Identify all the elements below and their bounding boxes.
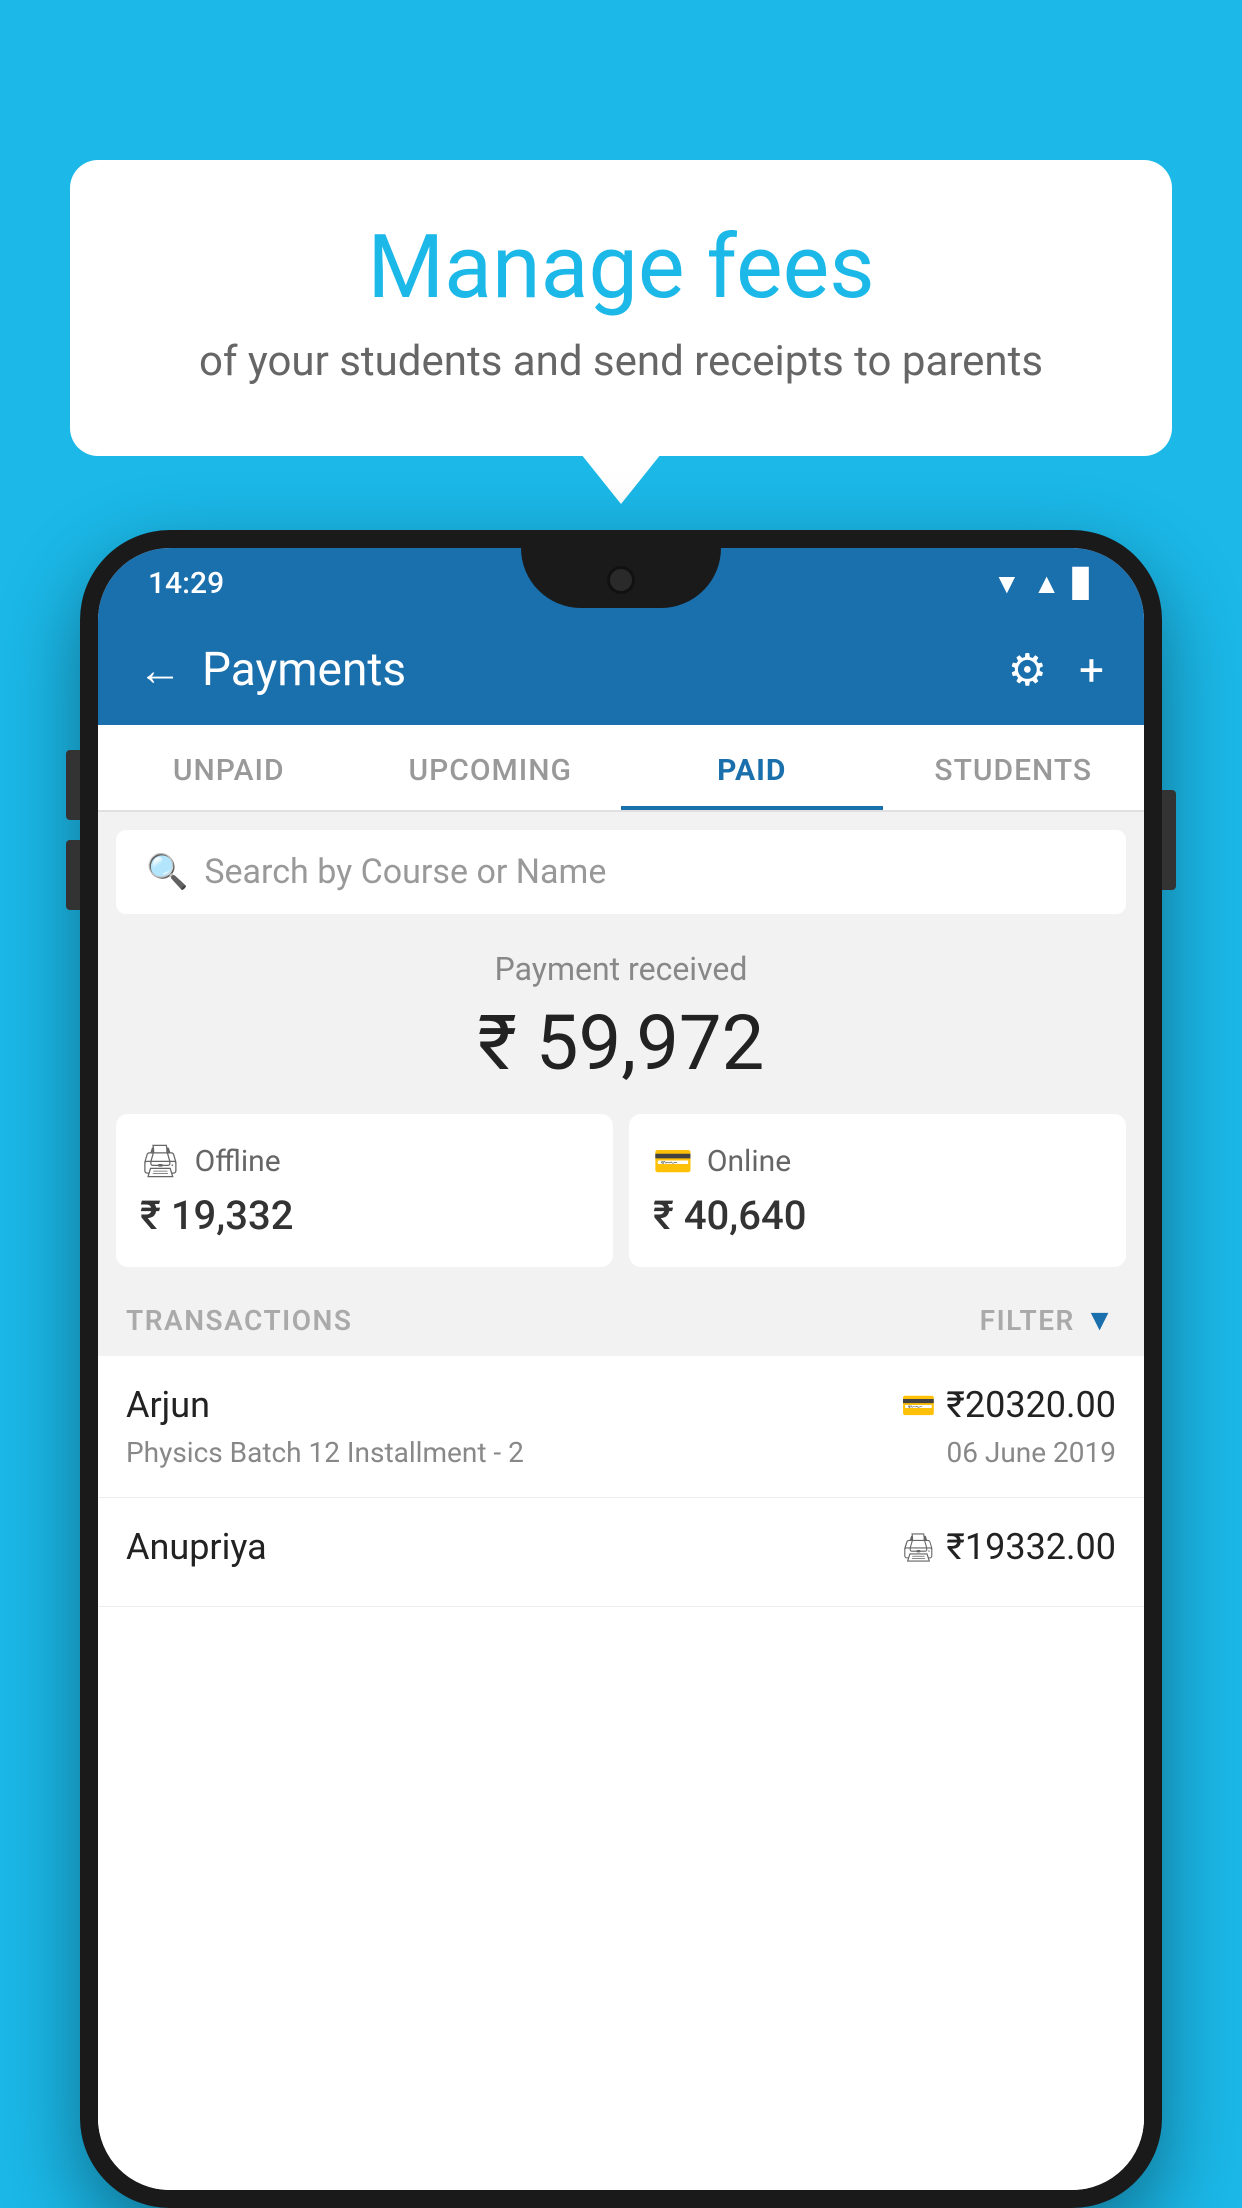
online-icon: 💳 [653,1142,693,1180]
status-bar: 14:29 ▼ ▲ ▊ [98,548,1144,615]
offline-payment-icon: 🖨 [901,1531,937,1564]
payment-cards: 🖨 Offline ₹ 19,332 💳 Online ₹ 40,640 [116,1114,1126,1267]
transaction-amount-row-2: 🖨 ₹19332.00 [901,1526,1116,1568]
phone-screen: 14:29 ▼ ▲ ▊ ← Payments ⚙ + [98,548,1144,2190]
transaction-name: Arjun [126,1384,210,1426]
offline-amount: ₹ 19,332 [140,1192,589,1239]
volume-button-bottom [66,840,80,910]
transaction-top: Arjun 💳 ₹20320.00 [126,1384,1116,1426]
transaction-course: Physics Batch 12 Installment - 2 [126,1436,524,1469]
offline-icon: 🖨 [140,1142,181,1180]
settings-icon[interactable]: ⚙ [1008,644,1047,696]
status-icons: ▼ ▲ ▊ [993,567,1094,600]
transaction-name-2: Anupriya [126,1526,267,1568]
online-amount: ₹ 40,640 [653,1192,1102,1239]
tab-paid[interactable]: PAID [621,725,883,810]
main-content: 🔍 Search by Course or Name Payment recei… [98,812,1144,2190]
tab-upcoming[interactable]: UPCOMING [360,725,622,810]
signal-icon: ▲ [1033,567,1061,600]
top-bar: ← Payments ⚙ + [98,615,1144,725]
phone-outer: 14:29 ▼ ▲ ▊ ← Payments ⚙ + [80,530,1162,2208]
back-button[interactable]: ← [138,644,182,696]
speech-bubble: Manage fees of your students and send re… [70,160,1172,456]
online-label: Online [707,1144,791,1179]
bubble-title: Manage fees [150,220,1092,317]
bubble-subtitle: of your students and send receipts to pa… [150,337,1092,386]
offline-card-header: 🖨 Offline [140,1142,589,1180]
phone-mockup: 14:29 ▼ ▲ ▊ ← Payments ⚙ + [80,530,1162,2208]
payment-amount: ₹ 59,972 [128,998,1114,1088]
camera [607,566,635,594]
online-card-header: 💳 Online [653,1142,1102,1180]
transactions-header: TRANSACTIONS FILTER ▼ [98,1285,1144,1356]
transaction-date: 06 June 2019 [946,1436,1116,1469]
wifi-icon: ▼ [993,567,1021,600]
payment-label: Payment received [128,950,1114,988]
offline-card: 🖨 Offline ₹ 19,332 [116,1114,613,1267]
table-row[interactable]: Arjun 💳 ₹20320.00 Physics Batch 12 Insta… [98,1356,1144,1498]
online-payment-icon: 💳 [901,1389,936,1422]
power-button [1162,790,1176,890]
tab-unpaid[interactable]: UNPAID [98,725,360,810]
top-bar-left: ← Payments [138,643,406,697]
battery-icon: ▊ [1072,567,1094,600]
transaction-top-2: Anupriya 🖨 ₹19332.00 [126,1526,1116,1568]
transactions-list: Arjun 💳 ₹20320.00 Physics Batch 12 Insta… [98,1356,1144,2190]
transaction-amount-row: 💳 ₹20320.00 [901,1384,1116,1426]
table-row[interactable]: Anupriya 🖨 ₹19332.00 [98,1498,1144,1607]
volume-button-top [66,750,80,820]
search-input[interactable]: Search by Course or Name [204,852,1096,892]
filter-button[interactable]: FILTER ▼ [980,1303,1116,1338]
notch [521,548,721,608]
page-title: Payments [202,643,406,697]
transactions-label: TRANSACTIONS [126,1304,352,1337]
search-icon: 🔍 [146,852,188,892]
add-button[interactable]: + [1079,644,1104,696]
payment-summary: Payment received ₹ 59,972 [98,914,1144,1114]
transaction-amount-2: ₹19332.00 [946,1526,1116,1568]
tab-students[interactable]: STUDENTS [883,725,1145,810]
offline-label: Offline [195,1144,281,1179]
speech-bubble-section: Manage fees of your students and send re… [70,160,1172,456]
filter-icon: ▼ [1085,1303,1116,1338]
tabs-bar: UNPAID UPCOMING PAID STUDENTS [98,725,1144,812]
status-time: 14:29 [148,566,224,601]
search-bar[interactable]: 🔍 Search by Course or Name [116,830,1126,914]
transaction-amount: ₹20320.00 [946,1384,1116,1426]
transaction-bottom: Physics Batch 12 Installment - 2 06 June… [126,1436,1116,1469]
online-card: 💳 Online ₹ 40,640 [629,1114,1126,1267]
top-bar-right: ⚙ + [1008,644,1104,696]
filter-label: FILTER [980,1304,1075,1337]
